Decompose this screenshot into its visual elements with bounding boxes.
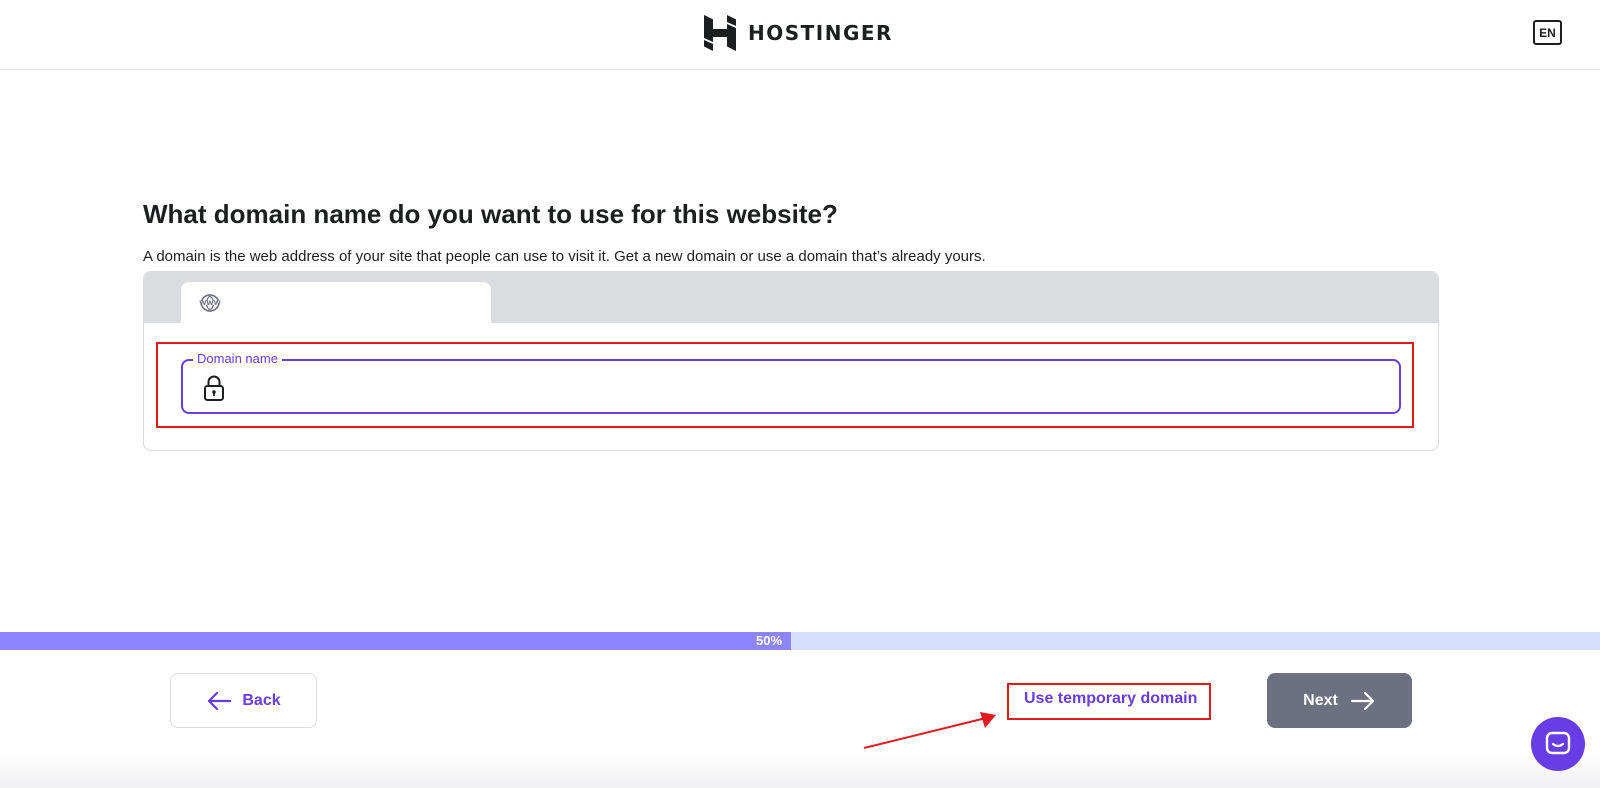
chat-support-button[interactable] xyxy=(1531,717,1585,771)
next-button[interactable]: Next xyxy=(1267,673,1412,728)
page-title: What domain name do you want to use for … xyxy=(143,199,838,229)
hostinger-logo[interactable]: HOSTINGER xyxy=(704,15,893,51)
arrow-right-icon xyxy=(1350,691,1374,710)
domain-name-label: Domain name xyxy=(193,351,282,366)
domain-name-field[interactable]: Domain name xyxy=(181,351,1401,414)
annotation-arrow xyxy=(863,712,996,749)
domain-name-input[interactable] xyxy=(239,369,1389,405)
top-header: HOSTINGER EN xyxy=(0,0,1600,70)
back-button-label: Back xyxy=(242,691,281,709)
www-icon: WWW xyxy=(199,294,221,312)
back-button[interactable]: Back xyxy=(170,673,317,728)
domain-card: WWW Domain name xyxy=(143,271,1439,451)
progress-bar: 50% xyxy=(0,632,1600,650)
tab-domain[interactable]: WWW xyxy=(181,282,491,323)
next-button-label: Next xyxy=(1303,691,1338,709)
chat-icon xyxy=(1545,731,1571,755)
hostinger-logo-icon xyxy=(704,15,736,51)
page-subtitle: A domain is the web address of your site… xyxy=(143,248,986,265)
progress-fill xyxy=(0,632,791,650)
progress-label: 50% xyxy=(756,633,783,648)
svg-text:WWW: WWW xyxy=(199,299,221,307)
domain-tab-strip: WWW xyxy=(144,272,1438,323)
lock-icon xyxy=(204,375,224,401)
bottom-fade xyxy=(0,755,1600,788)
use-temporary-domain-link[interactable]: Use temporary domain xyxy=(1024,690,1197,708)
brand-name: HOSTINGER xyxy=(748,21,893,45)
language-selector[interactable]: EN xyxy=(1533,20,1562,45)
arrow-left-icon xyxy=(208,691,232,710)
